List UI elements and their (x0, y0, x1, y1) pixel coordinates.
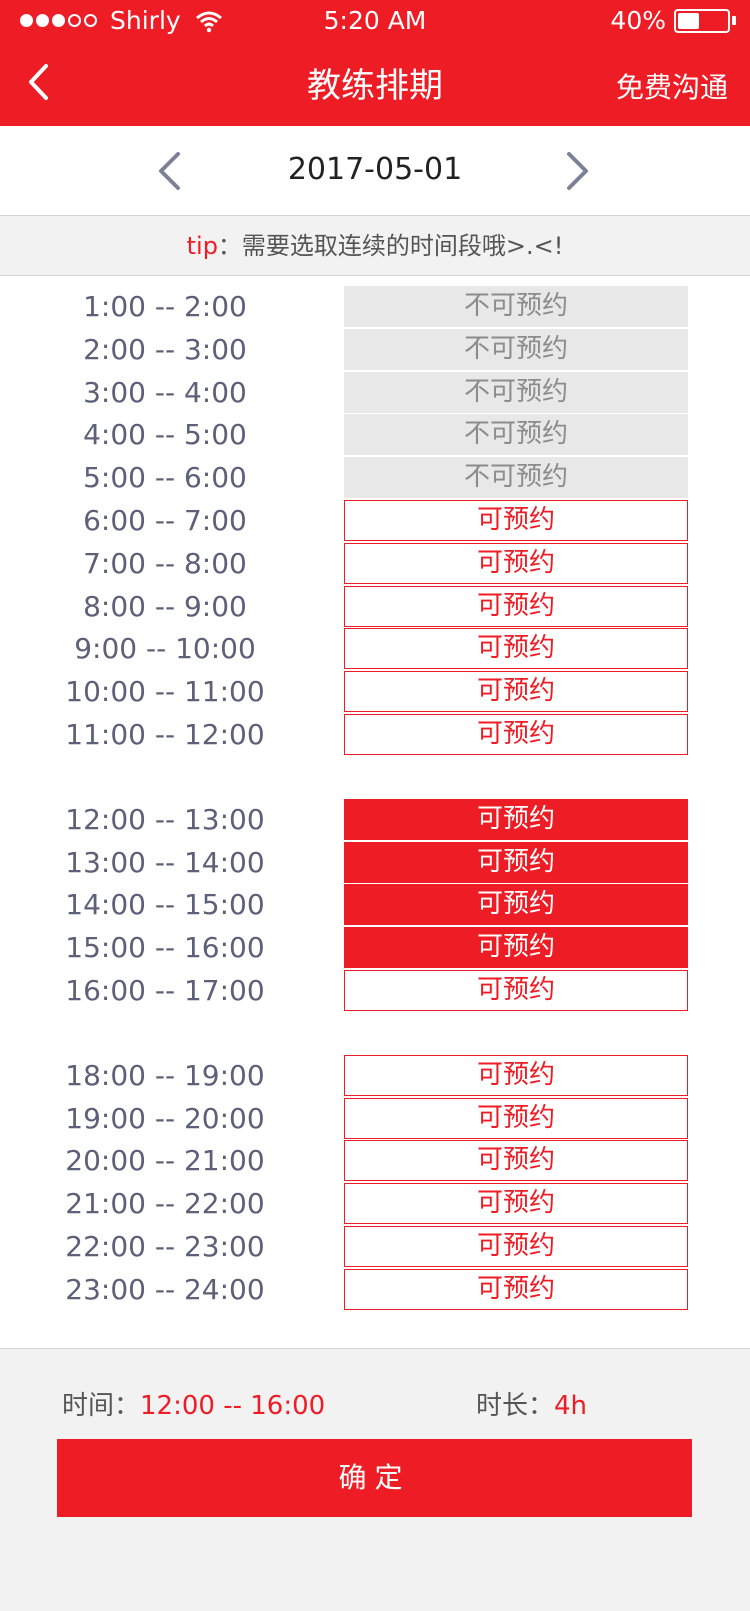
slot-available-button[interactable]: 可预约 (344, 542, 688, 584)
slot-selected-button[interactable]: 可预约 (344, 884, 688, 926)
battery-status: 40% (610, 6, 736, 35)
summary-footer: 时间：12:00 -- 16:00 时长：4h 确定 (0, 1348, 750, 1611)
duration-label: 时长： (476, 1391, 555, 1421)
duration-summary: 时长：4h (476, 1385, 587, 1422)
current-date: 2017-05-01 (287, 152, 463, 187)
battery-percent: 40% (610, 6, 666, 35)
slot-selected-button[interactable]: 可预约 (344, 927, 688, 969)
next-date-button[interactable] (563, 150, 593, 192)
time-label: 时间： (62, 1391, 141, 1421)
slot-available-button[interactable]: 可预约 (344, 1183, 688, 1225)
slot-time-label: 14:00 -- 15:00 (65, 888, 265, 922)
slot-available-button[interactable]: 可预约 (344, 1226, 688, 1267)
slot-unavailable-button: 不可预约 (344, 457, 688, 499)
battery-tip (732, 16, 736, 25)
slot-time-label: 10:00 -- 11:00 (65, 675, 265, 709)
slot-time-label: 21:00 -- 22:00 (65, 1187, 265, 1221)
slot-time-label: 7:00 -- 8:00 (83, 546, 247, 580)
slot-time-label: 18:00 -- 19:00 (65, 1058, 265, 1092)
slot-time-label: 5:00 -- 6:00 (83, 461, 247, 495)
duration-value: 4h (554, 1391, 588, 1421)
slot-time-label: 3:00 -- 4:00 (83, 375, 247, 409)
confirm-button[interactable]: 确定 (57, 1439, 692, 1517)
slot-time-label: 2:00 -- 3:00 (83, 332, 247, 366)
slot-time-label: 9:00 -- 10:00 (74, 632, 256, 666)
slot-available-button[interactable]: 可预约 (344, 585, 688, 627)
time-slot-list: 1:00 -- 2:00 不可预约 2:00 -- 3:00 不可预约 3:00 -- … (0, 277, 750, 1347)
status-bar: Shirly 5:20 AM 40% (0, 0, 750, 40)
date-navigator: 2017-05-01 (0, 126, 750, 216)
slot-available-button[interactable]: 可预约 (344, 970, 688, 1011)
slot-time-label: 13:00 -- 14:00 (65, 845, 265, 879)
slot-available-button[interactable]: 可预约 (344, 714, 688, 755)
tip-bar: tip：需要选取连续的时间段哦>.<! (0, 216, 750, 276)
slot-time-label: 8:00 -- 9:00 (83, 589, 247, 623)
slot-available-button[interactable]: 可预约 (344, 1054, 688, 1096)
slot-time-label: 16:00 -- 17:00 (65, 974, 265, 1007)
slot-available-button[interactable]: 可预约 (344, 500, 688, 541)
slot-selected-button[interactable]: 可预约 (344, 841, 688, 883)
slot-time-label: 22:00 -- 23:00 (65, 1230, 265, 1263)
slot-unavailable-button: 不可预约 (344, 328, 688, 370)
tip-key: tip (186, 232, 218, 260)
slot-time-label: 1:00 -- 2:00 (83, 290, 247, 323)
slot-time-label: 23:00 -- 24:00 (65, 1272, 265, 1306)
slot-unavailable-button: 不可预约 (344, 286, 688, 327)
slot-time-label: 11:00 -- 12:00 (65, 718, 265, 751)
slot-available-button[interactable]: 可预约 (344, 1268, 688, 1310)
top-bar: Shirly 5:20 AM 40% 教练排期 免费沟通 (0, 0, 750, 126)
slot-unavailable-button: 不可预约 (344, 414, 688, 456)
battery-icon (674, 8, 730, 33)
slot-available-button[interactable]: 可预约 (344, 628, 688, 670)
slot-time-label: 6:00 -- 7:00 (83, 504, 247, 537)
slot-time-label: 20:00 -- 21:00 (65, 1144, 265, 1178)
slot-unavailable-button: 不可预约 (344, 371, 688, 413)
slot-time-label: 4:00 -- 5:00 (83, 418, 247, 452)
time-value: 12:00 -- 16:00 (140, 1391, 326, 1421)
slot-available-button[interactable]: 可预约 (344, 1140, 688, 1182)
free-chat-button[interactable]: 免费沟通 (616, 66, 728, 106)
tip-text: ：需要选取连续的时间段哦>.<! (217, 232, 564, 260)
slot-time-label: 19:00 -- 20:00 (65, 1101, 265, 1135)
slot-time-label: 15:00 -- 16:00 (65, 931, 265, 965)
slot-available-button[interactable]: 可预约 (344, 1097, 688, 1139)
slot-time-label: 12:00 -- 13:00 (65, 802, 265, 836)
slot-selected-button[interactable]: 可预约 (344, 798, 688, 840)
slot-available-button[interactable]: 可预约 (344, 671, 688, 713)
selected-time-summary: 时间：12:00 -- 16:00 (62, 1385, 325, 1422)
